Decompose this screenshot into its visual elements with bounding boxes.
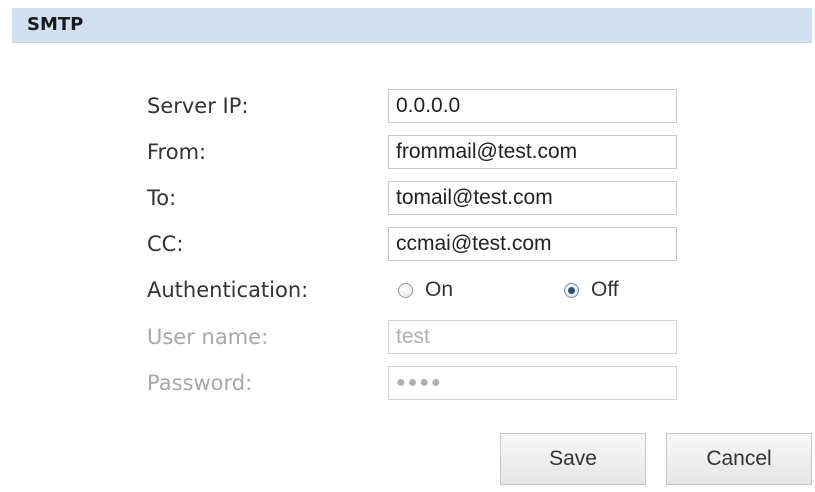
auth-off-label[interactable]: Off xyxy=(591,278,619,302)
username-row: User name: xyxy=(12,317,812,357)
smtp-panel: SMTP Server IP: From: To: CC: Authentica… xyxy=(12,8,812,492)
auth-on-label[interactable]: On xyxy=(425,278,453,302)
username-label: User name: xyxy=(147,325,269,349)
cc-row: CC: xyxy=(12,224,812,264)
password-row: Password: xyxy=(12,363,812,403)
to-label: To: xyxy=(147,186,177,210)
cc-input[interactable] xyxy=(388,227,677,261)
from-input[interactable] xyxy=(388,135,677,169)
authentication-label: Authentication: xyxy=(147,278,309,302)
from-label: From: xyxy=(147,140,207,164)
auth-off-option[interactable]: Off xyxy=(564,270,619,310)
from-row: From: xyxy=(12,132,812,172)
server-ip-row: Server IP: xyxy=(12,86,812,126)
server-ip-input[interactable] xyxy=(388,89,677,123)
username-input[interactable] xyxy=(388,320,677,354)
server-ip-label: Server IP: xyxy=(147,94,249,118)
cancel-button[interactable]: Cancel xyxy=(666,433,812,485)
to-input[interactable] xyxy=(388,181,677,215)
to-row: To: xyxy=(12,178,812,218)
authentication-row: Authentication: On Off xyxy=(12,270,812,310)
save-button[interactable]: Save xyxy=(500,433,646,485)
auth-on-option[interactable]: On xyxy=(398,270,453,310)
password-input[interactable] xyxy=(388,366,677,400)
password-label: Password: xyxy=(147,371,253,395)
panel-title: SMTP xyxy=(12,8,812,43)
auth-off-radio[interactable] xyxy=(564,282,579,298)
auth-on-radio[interactable] xyxy=(398,282,413,298)
cc-label: CC: xyxy=(147,232,184,256)
